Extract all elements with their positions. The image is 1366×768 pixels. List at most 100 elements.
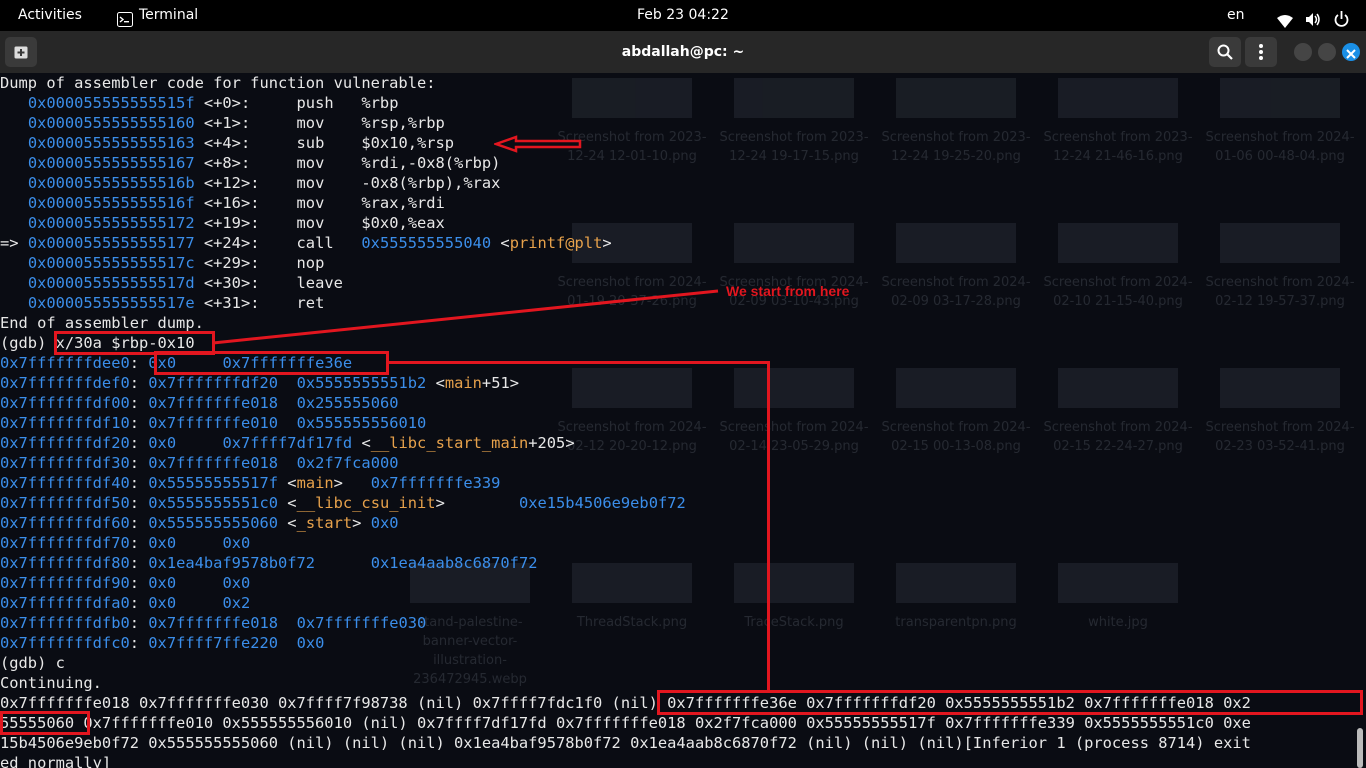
terminal-line: => 0x0000555555555177 <+24>: call 0x5555… — [0, 233, 1366, 253]
address-token: 0x000055555555517d — [27, 274, 195, 292]
address-token: 0x0000555555555167 — [27, 154, 195, 172]
address-token: 0x7fffffffdf30 — [0, 454, 130, 472]
address-token: 0x2f7fca000 — [296, 454, 399, 472]
address-token: 0x000055555555515f — [27, 94, 195, 112]
terminal-line: 15b4506e9eb0f72 0x555555555060 (nil) (ni… — [0, 733, 1366, 753]
text-token: (gdb) c — [0, 654, 65, 672]
text-token: <+19>: mov $0x0,%eax — [194, 214, 445, 232]
app-menu[interactable]: Terminal — [139, 0, 198, 31]
text-token: End of assembler dump. — [0, 314, 204, 332]
terminal-app-icon — [117, 8, 133, 27]
address-token: 0x0 — [296, 634, 325, 652]
top-bar: Activities Terminal Feb 23 04:22 en — [0, 0, 1366, 31]
text-token: 55555060 0x7fffffffe010 0x555555556010 (… — [0, 714, 1251, 732]
search-button[interactable] — [1209, 37, 1241, 67]
language-indicator[interactable]: en — [1227, 0, 1245, 31]
text-token: : — [129, 534, 149, 552]
symbol-token: _start — [296, 514, 353, 532]
text-token: : — [129, 434, 149, 452]
text-token: +51> — [481, 374, 519, 392]
address-token: 0x0 — [370, 514, 399, 532]
text-token: < — [426, 374, 445, 392]
clock[interactable]: Feb 23 04:22 — [637, 0, 729, 31]
address-token: 0x0 — [148, 574, 177, 592]
symbol-token: main — [444, 374, 482, 392]
terminal-line: 0x0000555555555172 <+19>: mov $0x0,%eax — [0, 213, 1366, 233]
text-token: : — [129, 394, 149, 412]
terminal-line: 0x7fffffffdef0: 0x7fffffffdf20 0x5555555… — [0, 373, 1366, 393]
highlight-output-top — [657, 690, 1363, 715]
text-token: : — [129, 554, 149, 572]
address-token: 0x255555060 — [296, 394, 399, 412]
text-token: Dump of assembler code for function vuln… — [0, 74, 436, 92]
text-token: : — [129, 614, 149, 632]
address-token: 0x7fffffffdfc0 — [0, 634, 130, 652]
address-token: 0x7fffffffdf20 — [148, 374, 279, 392]
text-token: < — [491, 234, 510, 252]
wifi-icon[interactable] — [1277, 9, 1293, 28]
address-token: 0x7fffffffdf00 — [0, 394, 130, 412]
address-token: 0xe15b4506e9eb0f72 — [518, 494, 686, 512]
text-token: => — [0, 234, 28, 252]
terminal-line: 0x000055555555516f <+16>: mov %rax,%rdi — [0, 193, 1366, 213]
scrollbar[interactable] — [1357, 728, 1363, 768]
address-token: 0x7fffffffdf90 — [0, 574, 130, 592]
address-token: 0x555555556010 — [296, 414, 427, 432]
terminal-view[interactable]: Screenshot from 2023-12-24 12-01-10.png S… — [0, 73, 1366, 768]
address-token: 0x7fffffffe339 — [370, 474, 501, 492]
address-token: 0x0000555555555163 — [27, 134, 195, 152]
address-token: 0x7fffffffdf10 — [0, 414, 130, 432]
address-token: 0x0 — [148, 434, 177, 452]
text-token: : — [129, 414, 149, 432]
minimize-button[interactable] — [1294, 43, 1312, 61]
power-icon[interactable] — [1334, 8, 1349, 27]
terminal-line: 0x7fffffffdf90: 0x0 0x0 — [0, 573, 1366, 593]
terminal-line: 0x000055555555515f <+0>: push %rbp — [0, 93, 1366, 113]
address-token: 0x55555555517f — [148, 474, 279, 492]
terminal-line: ed normally] — [0, 753, 1366, 768]
terminal-line: 0x7fffffffdf10: 0x7fffffffe010 0x5555555… — [0, 413, 1366, 433]
address-token: 0x000055555555516b — [27, 174, 195, 192]
maximize-button[interactable] — [1318, 43, 1336, 61]
address-token: 0x7fffffffdf80 — [0, 554, 130, 572]
activities-button[interactable]: Activities — [18, 0, 82, 31]
text-token: > — [435, 494, 519, 512]
text-token: <+4>: sub $0x10,%rsp — [194, 134, 455, 152]
terminal-line: 0x7fffffffdf50: 0x5555555551c0 <__libc_c… — [0, 493, 1366, 513]
window-header: abdallah@pc: ~ — [0, 31, 1366, 73]
annotation-arrow — [494, 135, 582, 153]
text-token: <+16>: mov %rax,%rdi — [194, 194, 445, 212]
address-token: 0x0000555555555160 — [27, 114, 195, 132]
address-token: 0x000055555555516f — [27, 194, 195, 212]
volume-icon[interactable] — [1305, 8, 1321, 26]
window-title: abdallah@pc: ~ — [621, 44, 745, 60]
address-token: 0x7fffffffdf40 — [0, 474, 130, 492]
connector-horizontal — [386, 361, 770, 364]
address-token: 0x7fffffffdf60 — [0, 514, 130, 532]
terminal-line: 0x7fffffffdf80: 0x1ea4baf9578b0f72 0x1ea… — [0, 553, 1366, 573]
text-token: : — [129, 514, 149, 532]
address-token: 0x7fffffffdfa0 — [0, 594, 130, 612]
symbol-token: printf@plt — [509, 234, 603, 252]
menu-button[interactable] — [1245, 37, 1277, 67]
terminal-output[interactable]: Dump of assembler code for function vuln… — [0, 73, 1366, 768]
terminal-line: 0x7fffffffdf20: 0x0 0x7ffff7df17fd <__li… — [0, 433, 1366, 453]
address-token: 0x0000555555555177 — [27, 234, 195, 252]
terminal-line: 0x0000555555555163 <+4>: sub $0x10,%rsp — [0, 133, 1366, 153]
text-token: +205> — [528, 434, 575, 452]
close-button[interactable] — [1342, 43, 1360, 61]
address-token: 0x0000555555555172 — [27, 214, 195, 232]
address-token: 0x7fffffffdee0 — [0, 354, 130, 372]
symbol-token: __libc_start_main — [370, 434, 529, 452]
terminal-line: 0x7fffffffdfa0: 0x0 0x2 — [0, 593, 1366, 613]
